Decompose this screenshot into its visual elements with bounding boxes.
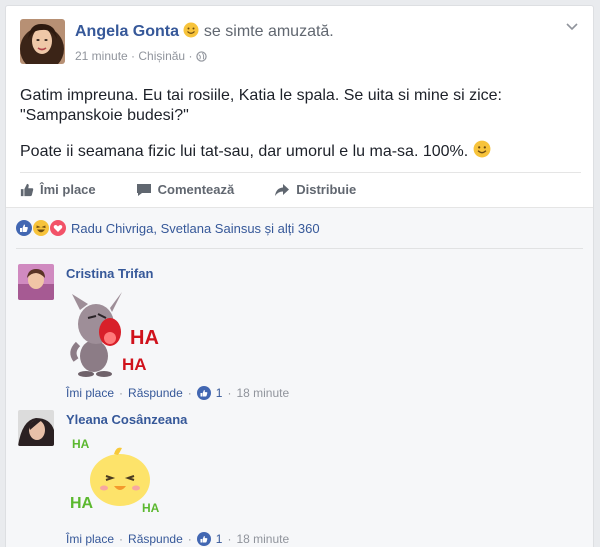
like-button[interactable]: Îmi place	[20, 182, 96, 197]
post-paragraph-2: Poate ii seamana fizic lui tat-sau, dar …	[20, 140, 585, 164]
divider	[16, 248, 583, 249]
share-icon	[275, 183, 290, 196]
smile-emoji-icon	[473, 140, 491, 164]
like-icon	[20, 183, 34, 196]
comment-like-count[interactable]: 1	[216, 386, 223, 400]
feeling-text: se simte amuzată.	[203, 23, 334, 40]
post-paragraph-1: Gatim impreuna. Eu tai rosiile, Katia le…	[20, 87, 502, 124]
love-reaction-icon	[50, 220, 66, 236]
commenter-name[interactable]: Yleana Cosânzeana	[66, 412, 187, 427]
commenter-avatar[interactable]	[18, 264, 54, 300]
author-avatar[interactable]	[20, 19, 65, 64]
svg-text:HA: HA	[72, 437, 90, 451]
comment-like-count[interactable]: 1	[216, 532, 223, 546]
haha-sticker[interactable]: HA HA	[66, 288, 166, 383]
comment-time[interactable]: 18 minute	[236, 532, 289, 546]
haha-chick-sticker[interactable]: HA HA HA	[66, 434, 166, 529]
comments-section: Radu Chivriga, Svetlana Sainsus și alți …	[6, 207, 593, 547]
post-location[interactable]: Chișinău	[138, 49, 185, 63]
commenter-name[interactable]: Cristina Trifan	[66, 266, 153, 281]
svg-text:HA: HA	[142, 501, 160, 515]
share-button[interactable]: Distribuie	[274, 182, 356, 197]
like-reaction-icon	[16, 220, 32, 236]
globe-icon[interactable]	[196, 51, 207, 65]
post-card: Angela Gonta se simte amuzată. 21 minute…	[5, 5, 594, 547]
comment-item: Yleana Cosânzeana HA HA HA Îmi place · R…	[18, 410, 578, 547]
svg-text:HA: HA	[122, 355, 147, 374]
author-name[interactable]: Angela Gonta	[75, 23, 179, 40]
smile-emoji-icon	[183, 22, 199, 43]
reactions-summary[interactable]: Radu Chivriga, Svetlana Sainsus și alți …	[16, 220, 320, 236]
like-reaction-icon[interactable]	[196, 386, 211, 400]
reactions-people[interactable]: Radu Chivriga, Svetlana Sainsus și alți …	[71, 221, 320, 236]
comment-like-link[interactable]: Îmi place	[66, 532, 114, 546]
haha-reaction-icon	[33, 220, 49, 236]
comment-actions: Îmi place · Răspunde · 1 · 18 minute	[66, 386, 290, 400]
post-time[interactable]: 21 minute	[75, 49, 128, 63]
comment-like-link[interactable]: Îmi place	[66, 386, 114, 400]
chevron-down-icon[interactable]	[565, 20, 579, 34]
comment-reply-link[interactable]: Răspunde	[128, 386, 183, 400]
like-reaction-icon[interactable]	[196, 532, 211, 546]
post-header: Angela Gonta se simte amuzată.	[75, 22, 334, 43]
svg-text:HA: HA	[130, 327, 159, 349]
comment-button[interactable]: Comentează	[136, 182, 234, 197]
post-meta: 21 minute · Chișinău ·	[75, 49, 207, 65]
post-text: Gatim impreuna. Eu tai rosiile, Katia le…	[20, 86, 585, 178]
commenter-avatar[interactable]	[18, 410, 54, 446]
comment-actions: Îmi place · Răspunde · 1 · 18 minute	[66, 532, 290, 546]
post-actions-bar: Îmi place Comentează Distribuie	[20, 172, 581, 206]
comment-time[interactable]: 18 minute	[236, 386, 289, 400]
comment-reply-link[interactable]: Răspunde	[128, 532, 183, 546]
comment-icon	[136, 183, 151, 196]
svg-text:HA: HA	[70, 495, 94, 512]
comment-item: Cristina Trifan HA HA Îmi place · Răspun…	[18, 264, 578, 404]
